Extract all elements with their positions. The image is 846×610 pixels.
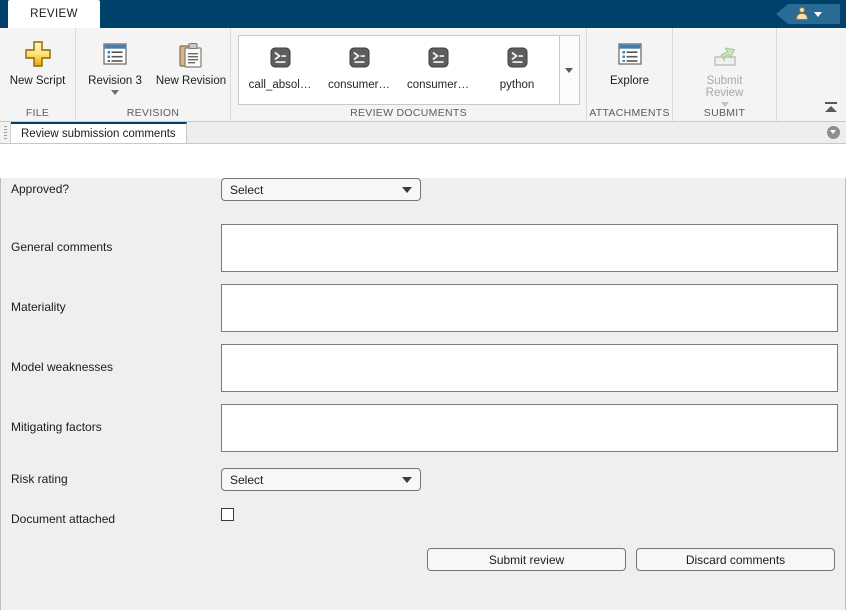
tab-menu-chevron-icon xyxy=(826,126,840,139)
new-revision-label: New Revision xyxy=(155,75,227,87)
ribbon-group-revision: Revision 3 New Revision REVISION xyxy=(76,28,231,121)
tab-review-submission-comments[interactable]: Review submission comments xyxy=(11,122,187,143)
form-row-model-weaknesses: Model weaknesses xyxy=(1,344,845,392)
ribbon-group-review-documents: call_absol… consumer… consumer… python R… xyxy=(231,28,587,121)
ribbon-group-submit-label: SUBMIT xyxy=(703,107,746,119)
label-document-attached: Document attached xyxy=(11,512,116,526)
submit-review-button-label: Submit review xyxy=(488,552,565,567)
ribbon-group-file: New Script FILE xyxy=(0,28,76,121)
document-item-1-label: consumer… xyxy=(328,79,390,91)
document-item-0[interactable]: call_absol… xyxy=(241,42,320,91)
form-row-approved: Approved? Select xyxy=(1,178,845,201)
approved-select[interactable]: Select xyxy=(221,178,421,201)
form-row-materiality: Materiality xyxy=(1,284,845,332)
submit-review-ribbon-button: Submit Review xyxy=(687,34,763,107)
submit-review-button[interactable]: Submit review xyxy=(427,548,626,571)
tab-strip-spacer xyxy=(187,122,820,143)
discard-comments-button[interactable]: Discard comments xyxy=(636,548,835,571)
chevron-down-icon xyxy=(402,186,412,193)
label-mitigating-factors: Mitigating factors xyxy=(11,420,102,434)
list-window-icon xyxy=(617,43,642,65)
revision-3-button[interactable]: Revision 3 xyxy=(77,34,153,95)
document-item-0-label: call_absol… xyxy=(248,79,312,91)
console-script-icon xyxy=(270,47,291,68)
form-row-mitigating-factors: Mitigating factors xyxy=(1,404,845,452)
ribbon-group-submit: Submit Review SUBMIT xyxy=(673,28,777,121)
discard-comments-button-label: Discard comments xyxy=(685,552,786,567)
document-tab-strip: Review submission comments xyxy=(0,122,846,144)
chevron-down-icon xyxy=(402,476,412,483)
document-item-1[interactable]: consumer… xyxy=(320,42,399,91)
plus-icon xyxy=(24,41,51,67)
ribbon-group-file-label: FILE xyxy=(25,107,50,119)
label-materiality: Materiality xyxy=(11,300,66,314)
console-script-icon xyxy=(349,47,370,68)
clipboard-icon xyxy=(179,42,202,68)
label-risk-rating: Risk rating xyxy=(11,472,68,486)
new-revision-button[interactable]: New Revision xyxy=(153,34,229,87)
ribbon-toolbar: New Script FILE Revision 3 New Revision … xyxy=(0,28,846,122)
general-comments-textarea[interactable] xyxy=(221,224,838,272)
list-window-icon xyxy=(103,43,127,65)
form-bottom-spacer xyxy=(1,571,845,610)
console-script-icon xyxy=(428,47,449,68)
share-arrow-icon xyxy=(713,47,736,66)
chevron-down-icon xyxy=(565,67,573,73)
risk-rating-select[interactable]: Select xyxy=(221,468,421,491)
revision-3-label: Revision 3 xyxy=(88,75,142,87)
review-documents-gallery: call_absol… consumer… consumer… python xyxy=(237,35,560,105)
document-item-2-label: consumer… xyxy=(407,79,469,91)
mitigating-factors-textarea[interactable] xyxy=(221,404,838,452)
form-row-document-attached: Document attached xyxy=(1,508,845,526)
model-weaknesses-textarea[interactable] xyxy=(221,344,838,392)
drag-grip-icon[interactable] xyxy=(0,122,11,143)
document-item-2[interactable]: consumer… xyxy=(399,42,478,91)
chevron-down-icon xyxy=(813,11,822,17)
approved-select-value: Select xyxy=(230,182,264,197)
document-attached-checkbox[interactable] xyxy=(221,508,234,521)
console-script-icon xyxy=(507,47,528,68)
review-form-panel: Approved? Select General comments Materi… xyxy=(0,178,846,610)
collapse-ribbon-arrow-icon xyxy=(825,106,837,112)
label-approved: Approved? xyxy=(11,182,70,196)
ribbon-group-attachments: Explore ATTACHMENTS xyxy=(587,28,673,121)
label-model-weaknesses: Model weaknesses xyxy=(11,360,114,374)
tab-review-label: REVIEW xyxy=(30,8,78,20)
new-script-button[interactable]: New Script xyxy=(0,34,76,87)
collapse-ribbon-icon xyxy=(825,102,837,104)
form-action-buttons: Submit review Discard comments xyxy=(1,548,845,571)
explore-button[interactable]: Explore xyxy=(592,34,668,87)
ribbon-group-revision-label: REVISION xyxy=(126,107,180,119)
form-row-risk-rating: Risk rating Select xyxy=(1,468,845,491)
user-account-icon xyxy=(795,7,809,21)
document-item-3-label: python xyxy=(499,79,535,91)
form-row-general-comments: General comments xyxy=(1,224,845,272)
review-documents-more-button[interactable] xyxy=(559,35,580,105)
tab-menu-button[interactable] xyxy=(820,122,846,143)
new-script-label: New Script xyxy=(9,75,66,87)
revision-dropdown-caret-icon[interactable] xyxy=(111,90,119,95)
materiality-textarea[interactable] xyxy=(221,284,838,332)
explore-label: Explore xyxy=(610,75,649,87)
collapse-ribbon-button[interactable] xyxy=(822,99,840,115)
ribbon-group-attachments-label: ATTACHMENTS xyxy=(589,107,670,119)
submit-review-ribbon-label: Submit Review xyxy=(705,75,744,99)
document-item-3[interactable]: python xyxy=(478,42,557,91)
label-general-comments: General comments xyxy=(11,240,113,254)
tab-review[interactable]: REVIEW xyxy=(8,0,100,28)
ribbon-group-review-documents-label: REVIEW DOCUMENTS xyxy=(350,107,467,119)
account-menu-button[interactable] xyxy=(776,4,840,24)
risk-rating-select-value: Select xyxy=(230,472,264,487)
title-bar: REVIEW xyxy=(0,0,846,28)
tab-review-submission-comments-label: Review submission comments xyxy=(21,127,176,140)
